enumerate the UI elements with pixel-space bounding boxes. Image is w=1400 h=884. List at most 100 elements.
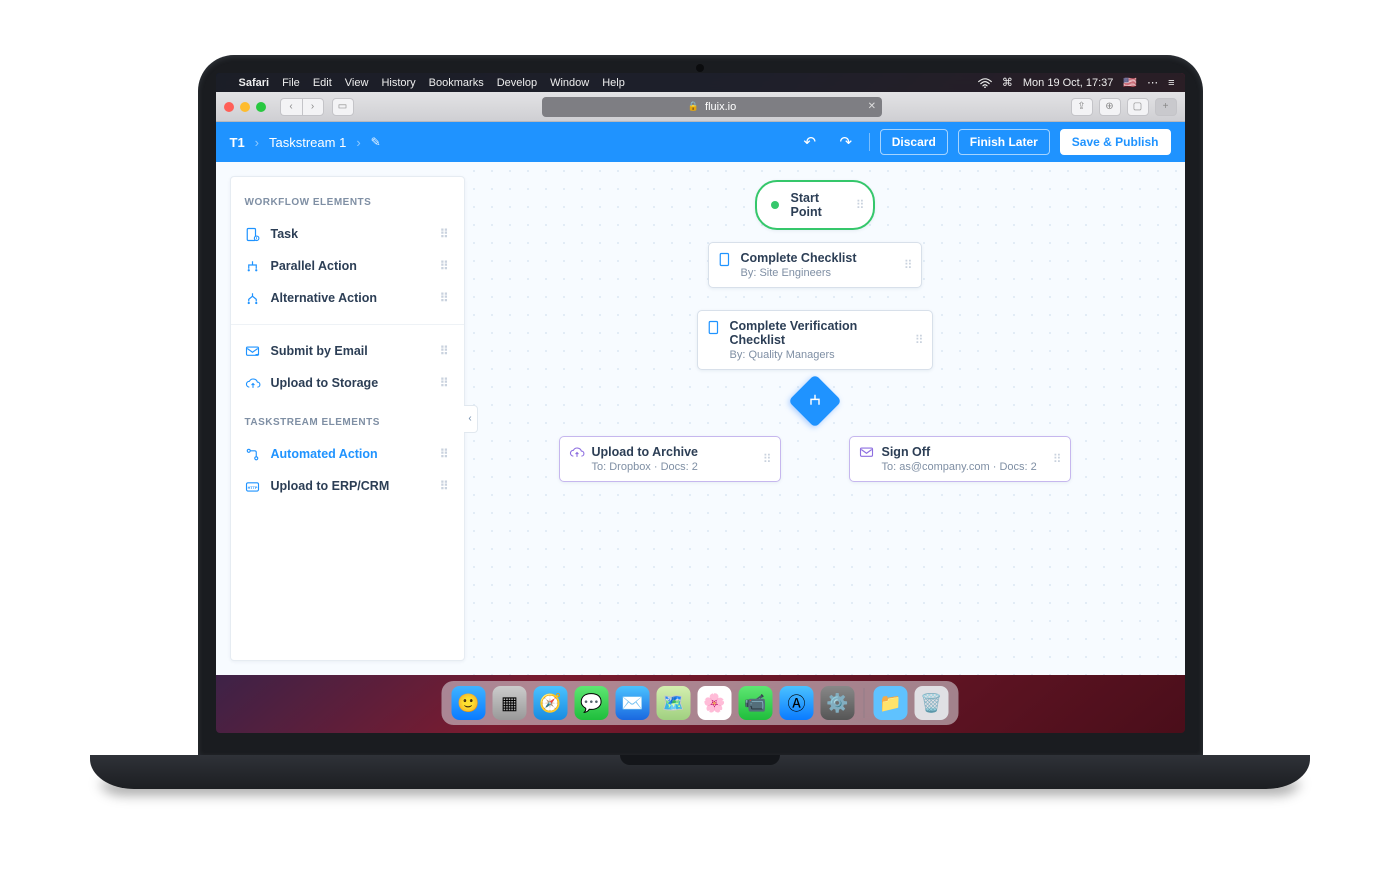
flag-icon[interactable]: 🇺🇸 <box>1123 76 1137 89</box>
menu-file[interactable]: File <box>282 77 300 89</box>
drag-handle-icon[interactable]: ⠿ <box>856 198 865 212</box>
menu-window[interactable]: Window <box>550 77 589 89</box>
element-automated-action[interactable]: Automated Action ⠿ <box>241 438 454 470</box>
node-complete-checklist[interactable]: Complete Checklist By: Site Engineers ⠿ <box>708 242 922 288</box>
sidebar-toggle-button[interactable]: ▭ <box>332 98 354 116</box>
element-label: Parallel Action <box>271 259 357 273</box>
menubar-overflow-icon[interactable]: ⋯ <box>1147 76 1158 89</box>
dock-facetime-icon[interactable]: 📹 <box>739 686 773 720</box>
dock-mail-icon[interactable]: ✉️ <box>616 686 650 720</box>
drag-handle-icon[interactable]: ⠿ <box>440 259 450 273</box>
drag-handle-icon[interactable]: ⠿ <box>440 376 450 390</box>
menu-help[interactable]: Help <box>602 77 625 89</box>
element-label: Submit by Email <box>271 344 368 358</box>
window-minimize-button[interactable] <box>240 102 250 112</box>
parallel-icon <box>245 258 261 274</box>
element-task[interactable]: Task ⠿ <box>241 218 454 250</box>
new-tab-button[interactable]: ⊕ <box>1099 98 1121 116</box>
element-label: Alternative Action <box>271 291 378 305</box>
breadcrumb-title[interactable]: Taskstream 1 <box>269 135 346 150</box>
share-button[interactable]: ⇪ <box>1071 98 1093 116</box>
redo-button[interactable]: ↷ <box>833 129 859 155</box>
drag-handle-icon[interactable]: ⠿ <box>915 333 924 347</box>
drag-handle-icon[interactable]: ⠿ <box>904 258 913 272</box>
drag-handle-icon[interactable]: ⠿ <box>440 291 450 305</box>
address-bar[interactable]: 🔒 fluix.io ✕ <box>542 97 882 117</box>
drag-handle-icon[interactable]: ⠿ <box>763 452 772 466</box>
element-upload-erp[interactable]: HTTP Upload to ERP/CRM ⠿ <box>241 470 454 502</box>
node-title: Sign Off <box>882 445 1040 459</box>
wifi-icon[interactable] <box>978 78 992 88</box>
element-upload-storage[interactable]: Upload to Storage ⠿ <box>241 367 454 399</box>
node-title: Complete Verification Checklist <box>730 319 902 347</box>
tab-add-button[interactable]: + <box>1155 98 1177 116</box>
drag-handle-icon[interactable]: ⠿ <box>440 479 450 493</box>
save-publish-button[interactable]: Save & Publish <box>1060 129 1171 155</box>
edit-title-icon[interactable]: ✎ <box>371 135 381 149</box>
element-alternative-action[interactable]: Alternative Action ⠿ <box>241 282 454 314</box>
element-label: Task <box>271 227 299 241</box>
nav-forward-button[interactable]: › <box>302 98 324 116</box>
menubar-app-name[interactable]: Safari <box>239 77 270 89</box>
breadcrumb-id[interactable]: T1 <box>230 135 245 150</box>
node-subtitle: By: Site Engineers <box>741 267 891 279</box>
menubar-clock[interactable]: Mon 19 Oct, 17:37 <box>1023 77 1114 89</box>
dock-finder-icon[interactable]: 🙂 <box>452 686 486 720</box>
node-branch[interactable] <box>788 374 842 428</box>
connectors <box>465 162 765 312</box>
elements-panel: WORKFLOW ELEMENTS Task ⠿ <box>230 176 465 661</box>
task-icon <box>707 320 723 336</box>
app-header: T1 › Taskstream 1 › ✎ ↶ ↷ Discard Finish… <box>216 122 1185 162</box>
element-label: Automated Action <box>271 447 378 461</box>
menubar-list-icon[interactable]: ≡ <box>1168 77 1174 89</box>
node-start[interactable]: Start Point ⠿ <box>755 180 875 230</box>
dock-photos-icon[interactable]: 🌸 <box>698 686 732 720</box>
macos-menubar: Safari File Edit View History Bookmarks … <box>216 73 1185 92</box>
cloud-upload-icon <box>245 375 261 391</box>
element-submit-email[interactable]: Submit by Email ⠿ <box>241 335 454 367</box>
node-subtitle: To: as@company.com · Docs: 2 <box>882 461 1040 473</box>
undo-button[interactable]: ↶ <box>797 129 823 155</box>
node-upload-archive[interactable]: Upload to Archive To: Dropbox · Docs: 2 … <box>559 436 781 482</box>
task-icon <box>718 252 734 268</box>
finish-later-button[interactable]: Finish Later <box>958 129 1050 155</box>
email-icon <box>859 446 875 462</box>
stop-reload-icon[interactable]: ✕ <box>868 101 876 112</box>
menu-view[interactable]: View <box>345 77 369 89</box>
breadcrumb-separator: › <box>255 135 259 150</box>
dock-trash-icon[interactable]: 🗑️ <box>915 686 949 720</box>
nav-back-button[interactable]: ‹ <box>280 98 302 116</box>
tabs-overview-button[interactable]: ▢ <box>1127 98 1149 116</box>
dock-launchpad-icon[interactable]: ▦ <box>493 686 527 720</box>
menu-edit[interactable]: Edit <box>313 77 332 89</box>
node-verification-checklist[interactable]: Complete Verification Checklist By: Qual… <box>697 310 933 370</box>
collapse-sidebar-button[interactable]: ‹ <box>464 405 478 433</box>
dock-messages-icon[interactable]: 💬 <box>575 686 609 720</box>
alternative-icon <box>245 290 261 306</box>
email-icon <box>245 343 261 359</box>
drag-handle-icon[interactable]: ⠿ <box>1053 452 1062 466</box>
drag-handle-icon[interactable]: ⠿ <box>440 447 450 461</box>
discard-button[interactable]: Discard <box>880 129 948 155</box>
workflow-canvas[interactable]: Start Point ⠿ Complete Checklist By: Sit… <box>465 162 1185 675</box>
node-subtitle: To: Dropbox · Docs: 2 <box>592 461 750 473</box>
window-fullscreen-button[interactable] <box>256 102 266 112</box>
element-label: Upload to ERP/CRM <box>271 479 390 493</box>
dock-maps-icon[interactable]: 🗺️ <box>657 686 691 720</box>
erp-icon: HTTP <box>245 478 261 494</box>
dock-downloads-icon[interactable]: 📁 <box>874 686 908 720</box>
menu-history[interactable]: History <box>381 77 415 89</box>
element-label: Upload to Storage <box>271 376 379 390</box>
dock-appstore-icon[interactable]: Ⓐ <box>780 686 814 720</box>
control-center-icon[interactable]: ⌘ <box>1002 76 1013 89</box>
menu-develop[interactable]: Develop <box>497 77 537 89</box>
dock-settings-icon[interactable]: ⚙️ <box>821 686 855 720</box>
window-close-button[interactable] <box>224 102 234 112</box>
menu-bookmarks[interactable]: Bookmarks <box>429 77 484 89</box>
node-sign-off[interactable]: Sign Off To: as@company.com · Docs: 2 ⠿ <box>849 436 1071 482</box>
lock-icon: 🔒 <box>688 101 699 112</box>
dock-safari-icon[interactable]: 🧭 <box>534 686 568 720</box>
element-parallel-action[interactable]: Parallel Action ⠿ <box>241 250 454 282</box>
drag-handle-icon[interactable]: ⠿ <box>440 227 450 241</box>
drag-handle-icon[interactable]: ⠿ <box>440 344 450 358</box>
